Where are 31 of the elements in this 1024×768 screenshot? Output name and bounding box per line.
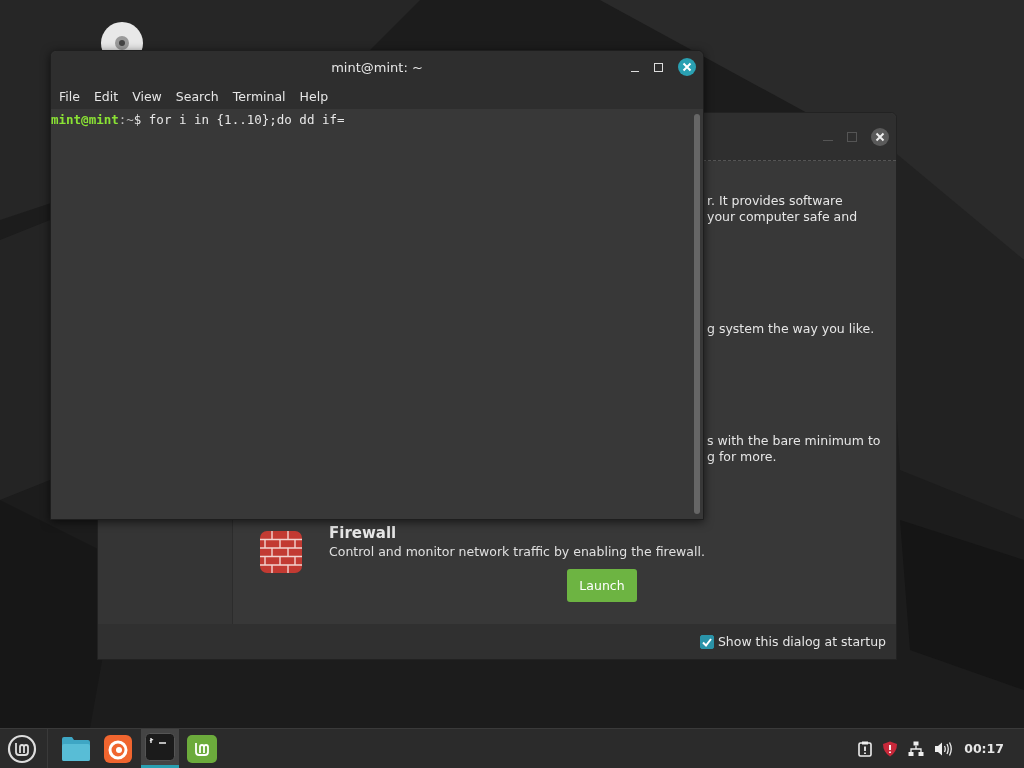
startup-checkbox[interactable] (699, 634, 714, 649)
terminal-icon (145, 733, 175, 761)
clipboard-icon[interactable] (858, 740, 873, 757)
volume-icon[interactable] (934, 740, 953, 757)
menu-item[interactable]: Edit (87, 89, 125, 104)
scrollbar[interactable] (694, 114, 700, 514)
minimize-button[interactable] (631, 70, 639, 72)
close-button[interactable] (678, 58, 696, 76)
description-text: s with the bare minimum to g for more. (707, 433, 882, 465)
taskbar-app[interactable] (141, 729, 179, 768)
clock[interactable]: 00:17 (964, 741, 1004, 756)
menu-item[interactable]: View (126, 89, 168, 104)
brick-wall-icon (260, 531, 302, 573)
firewall-title: Firewall (329, 523, 398, 543)
browser-icon (104, 734, 132, 763)
checkbox-label[interactable]: Show this dialog at startup (717, 634, 886, 649)
firewall-description: Control and monitor network traffic by enabling the firewall. (329, 543, 705, 561)
terminal-line: mint@mint:~$ for i in {1..10};do dd if= (51, 111, 346, 129)
close-button[interactable] (871, 127, 889, 146)
menu-item[interactable]: Search (169, 89, 225, 104)
description-text: r. It provides software your computer safe and (707, 193, 859, 225)
menu-item[interactable]: File (53, 89, 86, 104)
window-title: mint@mint: ~ (331, 60, 423, 75)
menu-icon[interactable] (7, 733, 37, 764)
folder-icon (61, 735, 91, 762)
shield-icon[interactable] (882, 740, 899, 757)
network-icon[interactable] (908, 740, 925, 757)
mint-icon (187, 734, 217, 763)
description-text: g system the way you like. (707, 321, 876, 337)
menu-item[interactable]: Help (293, 89, 335, 104)
menu-item[interactable]: Terminal (226, 89, 292, 104)
